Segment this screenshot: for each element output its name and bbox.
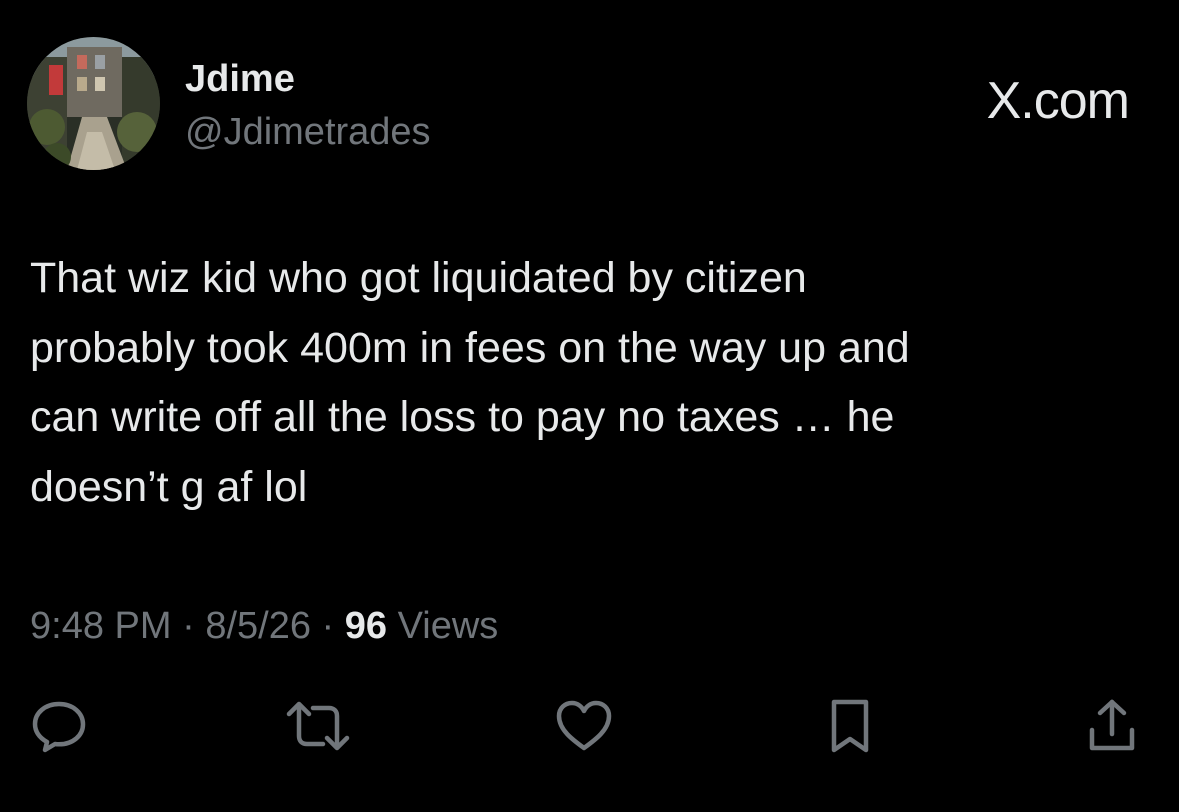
views-label[interactable]: Views — [398, 605, 499, 647]
share-icon — [1089, 699, 1135, 751]
avatar[interactable] — [27, 37, 160, 170]
share-button[interactable] — [1076, 690, 1148, 762]
heart-icon — [556, 700, 612, 751]
tweet-text-line: That wiz kid who got liquidated by citiz… — [30, 254, 807, 302]
meta-separator: · — [321, 605, 335, 647]
bookmark-button[interactable] — [814, 690, 886, 762]
repost-button[interactable] — [282, 690, 354, 762]
tweet-meta: 9:48 PM · 8/5/26 · 96 Views — [30, 603, 498, 649]
author-handle[interactable]: @Jdimetrades — [185, 110, 431, 154]
tweet-text: That wiz kid who got liquidated by citiz… — [30, 244, 1140, 522]
repost-icon — [286, 701, 350, 751]
author-display-name[interactable]: Jdime — [185, 57, 295, 101]
like-button[interactable] — [548, 690, 620, 762]
avatar-alley-photo — [27, 37, 160, 170]
meta-separator: · — [182, 605, 195, 647]
tweet-date[interactable]: 8/5/26 — [205, 605, 311, 647]
tweet-text-line: can write off all the loss to pay no tax… — [30, 393, 895, 441]
reply-button[interactable] — [23, 690, 95, 762]
action-bar — [0, 690, 1179, 770]
bookmark-icon — [831, 699, 869, 753]
brand-watermark: X.com — [986, 72, 1130, 130]
views-count[interactable]: 96 — [345, 605, 387, 647]
tweet-text-line: probably took 400m in fees on the way up… — [30, 323, 910, 372]
tweet-text-line: doesn’t g af lol — [30, 462, 308, 511]
reply-icon — [32, 701, 86, 753]
tweet-time[interactable]: 9:48 PM — [30, 605, 172, 647]
